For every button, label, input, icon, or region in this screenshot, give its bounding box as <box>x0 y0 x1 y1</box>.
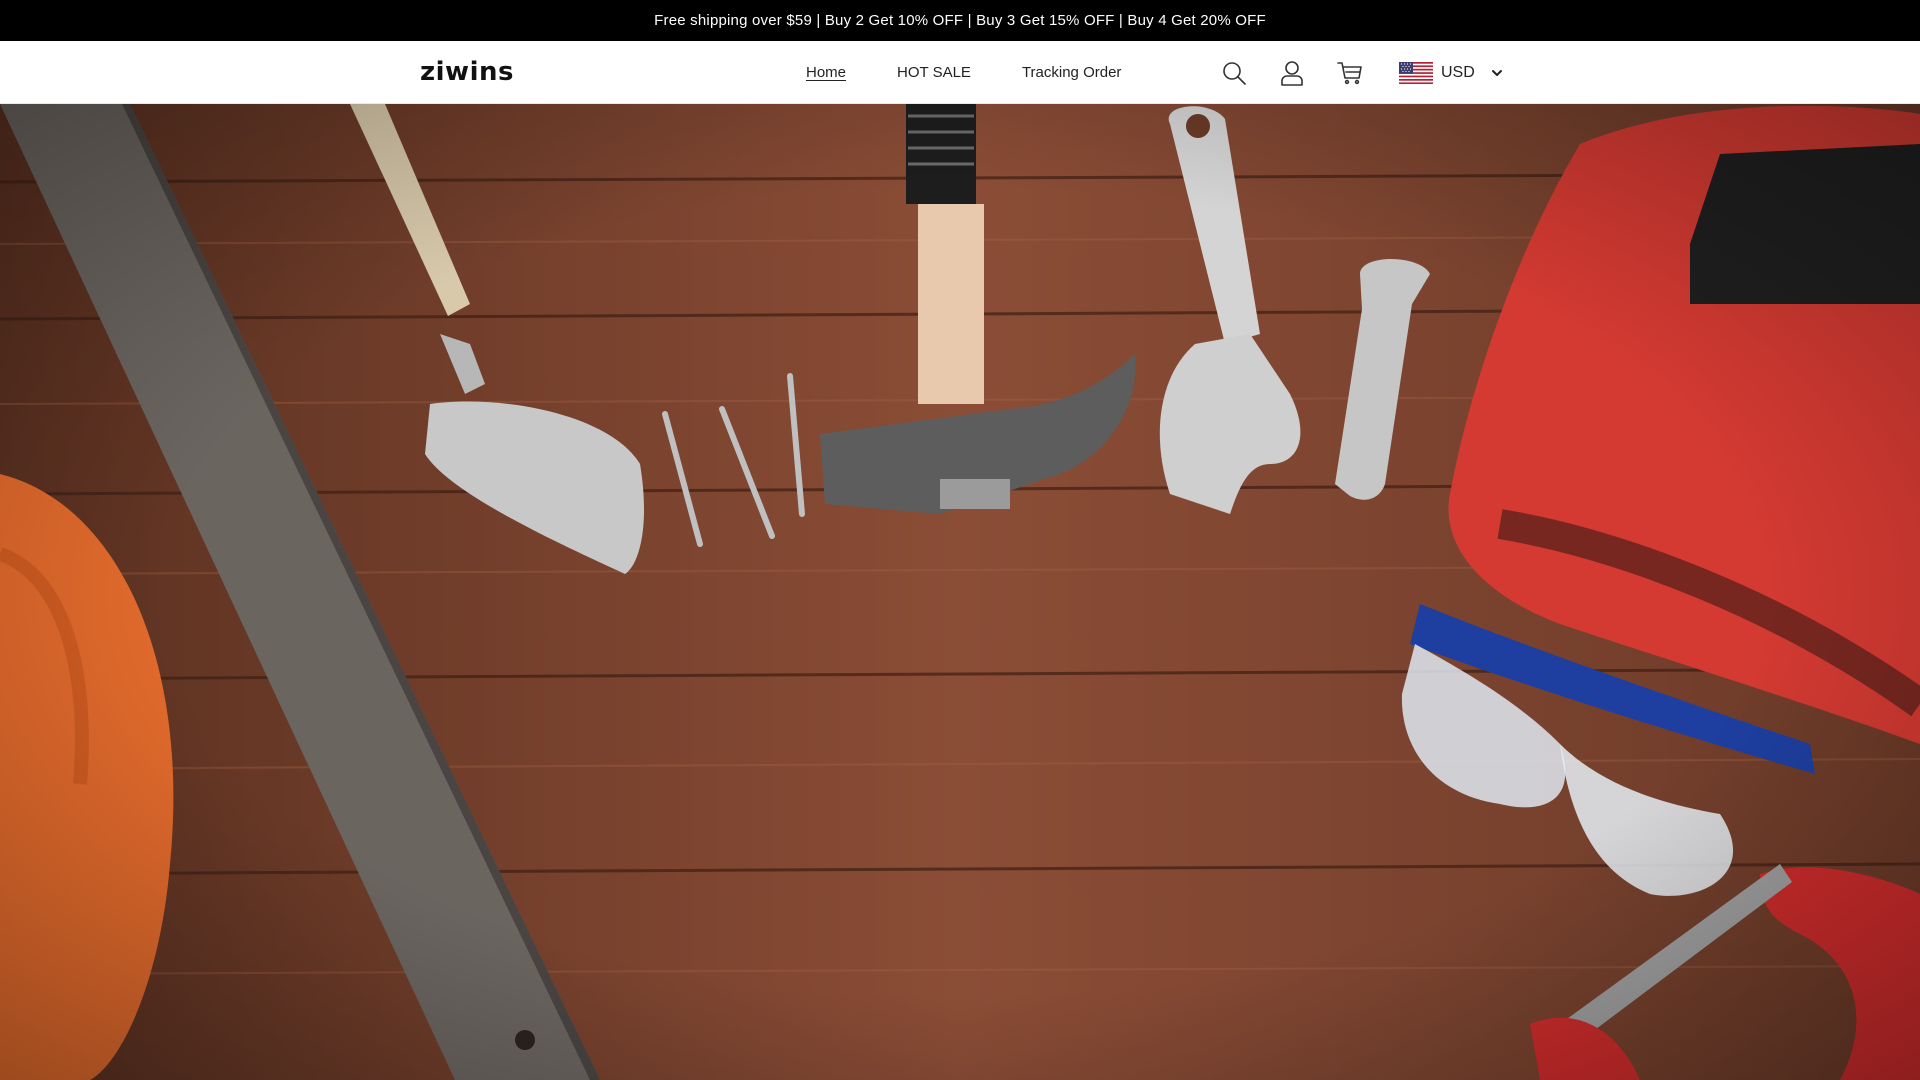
main-nav: Home HOT SALE Tracking Order <box>806 41 1121 104</box>
announcement-text: Free shipping over $59 | Buy 2 Get 10% O… <box>654 12 1266 29</box>
header-tools <box>1220 41 1364 104</box>
hero-image <box>0 104 1920 1080</box>
search-icon[interactable] <box>1220 59 1248 87</box>
hero-banner[interactable] <box>0 104 1920 1080</box>
announcement-bar: Free shipping over $59 | Buy 2 Get 10% O… <box>0 0 1920 41</box>
currency-selector[interactable]: USD <box>1399 41 1503 104</box>
logo[interactable]: ziwins <box>420 57 514 87</box>
nav-home[interactable]: Home <box>806 64 846 81</box>
currency-label: USD <box>1441 63 1475 81</box>
nav-tracking-order[interactable]: Tracking Order <box>1022 64 1121 81</box>
account-icon[interactable] <box>1278 59 1306 87</box>
chevron-down-icon <box>1491 69 1502 76</box>
site-header: ziwins Home HOT SALE Tracking Order USD <box>0 41 1920 104</box>
us-flag-icon <box>1399 61 1433 84</box>
nav-hot-sale[interactable]: HOT SALE <box>897 64 971 81</box>
cart-icon[interactable] <box>1336 59 1364 87</box>
